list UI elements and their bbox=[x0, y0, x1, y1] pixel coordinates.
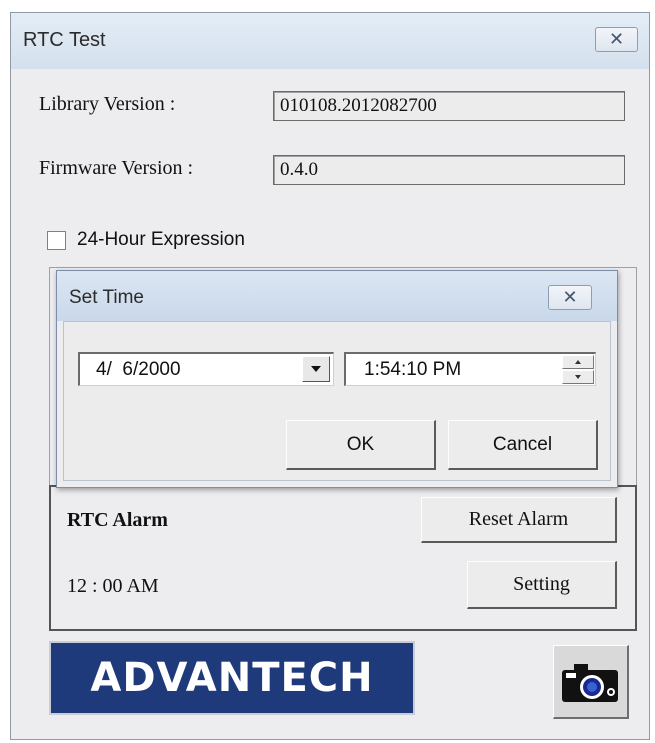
date-dropdown-button[interactable] bbox=[302, 356, 330, 382]
hour24-checkbox[interactable] bbox=[47, 231, 66, 250]
alarm-time-value: 12 : 00 AM bbox=[67, 575, 159, 597]
rtc-alarm-title: RTC Alarm bbox=[67, 509, 168, 531]
rtc-alarm-panel: RTC Alarm Reset Alarm 12 : 00 AM Setting bbox=[49, 485, 637, 631]
logo-text: ADVANTECH bbox=[90, 655, 374, 701]
reset-alarm-button[interactable]: Reset Alarm bbox=[421, 497, 617, 543]
window-title: RTC Test bbox=[23, 29, 106, 51]
screenshot-button[interactable] bbox=[553, 645, 629, 719]
spin-up-icon bbox=[575, 360, 581, 364]
date-picker[interactable]: 4/ 6/2000 bbox=[78, 352, 334, 386]
dialog-title: Set Time bbox=[69, 287, 144, 308]
time-spin-up-button[interactable] bbox=[562, 355, 594, 369]
hour24-label[interactable]: 24-Hour Expression bbox=[77, 229, 245, 251]
dialog-close-button[interactable]: ✕ bbox=[548, 285, 592, 310]
dialog-titlebar: Set Time ✕ bbox=[57, 271, 617, 321]
ok-button[interactable]: OK bbox=[286, 420, 436, 470]
window-titlebar: RTC Test ✕ bbox=[11, 13, 649, 69]
library-version-label: Library Version : bbox=[39, 93, 176, 115]
window-close-button[interactable]: ✕ bbox=[595, 27, 638, 52]
firmware-version-label: Firmware Version : bbox=[39, 157, 194, 179]
cancel-button[interactable]: Cancel bbox=[448, 420, 598, 470]
library-version-field: 010108.2012082700 bbox=[273, 91, 625, 121]
close-icon: ✕ bbox=[608, 29, 625, 49]
time-value: 1:54:10 PM bbox=[364, 359, 462, 380]
chevron-down-icon bbox=[311, 366, 321, 372]
spin-down-icon bbox=[575, 375, 581, 379]
dialog-body: 4/ 6/2000 1:54:10 PM OK Cancel bbox=[63, 321, 611, 481]
camera-icon bbox=[562, 664, 618, 702]
set-time-dialog: Set Time ✕ 4/ 6/2000 1:54:10 PM OK Cance… bbox=[56, 270, 618, 488]
close-icon: ✕ bbox=[562, 287, 578, 307]
time-picker[interactable]: 1:54:10 PM bbox=[344, 352, 596, 386]
advantech-logo: ADVANTECH bbox=[49, 641, 415, 715]
alarm-setting-button[interactable]: Setting bbox=[467, 561, 617, 609]
time-spin-down-button[interactable] bbox=[562, 370, 594, 384]
date-value: 4/ 6/2000 bbox=[96, 359, 181, 380]
firmware-version-field: 0.4.0 bbox=[273, 155, 625, 185]
